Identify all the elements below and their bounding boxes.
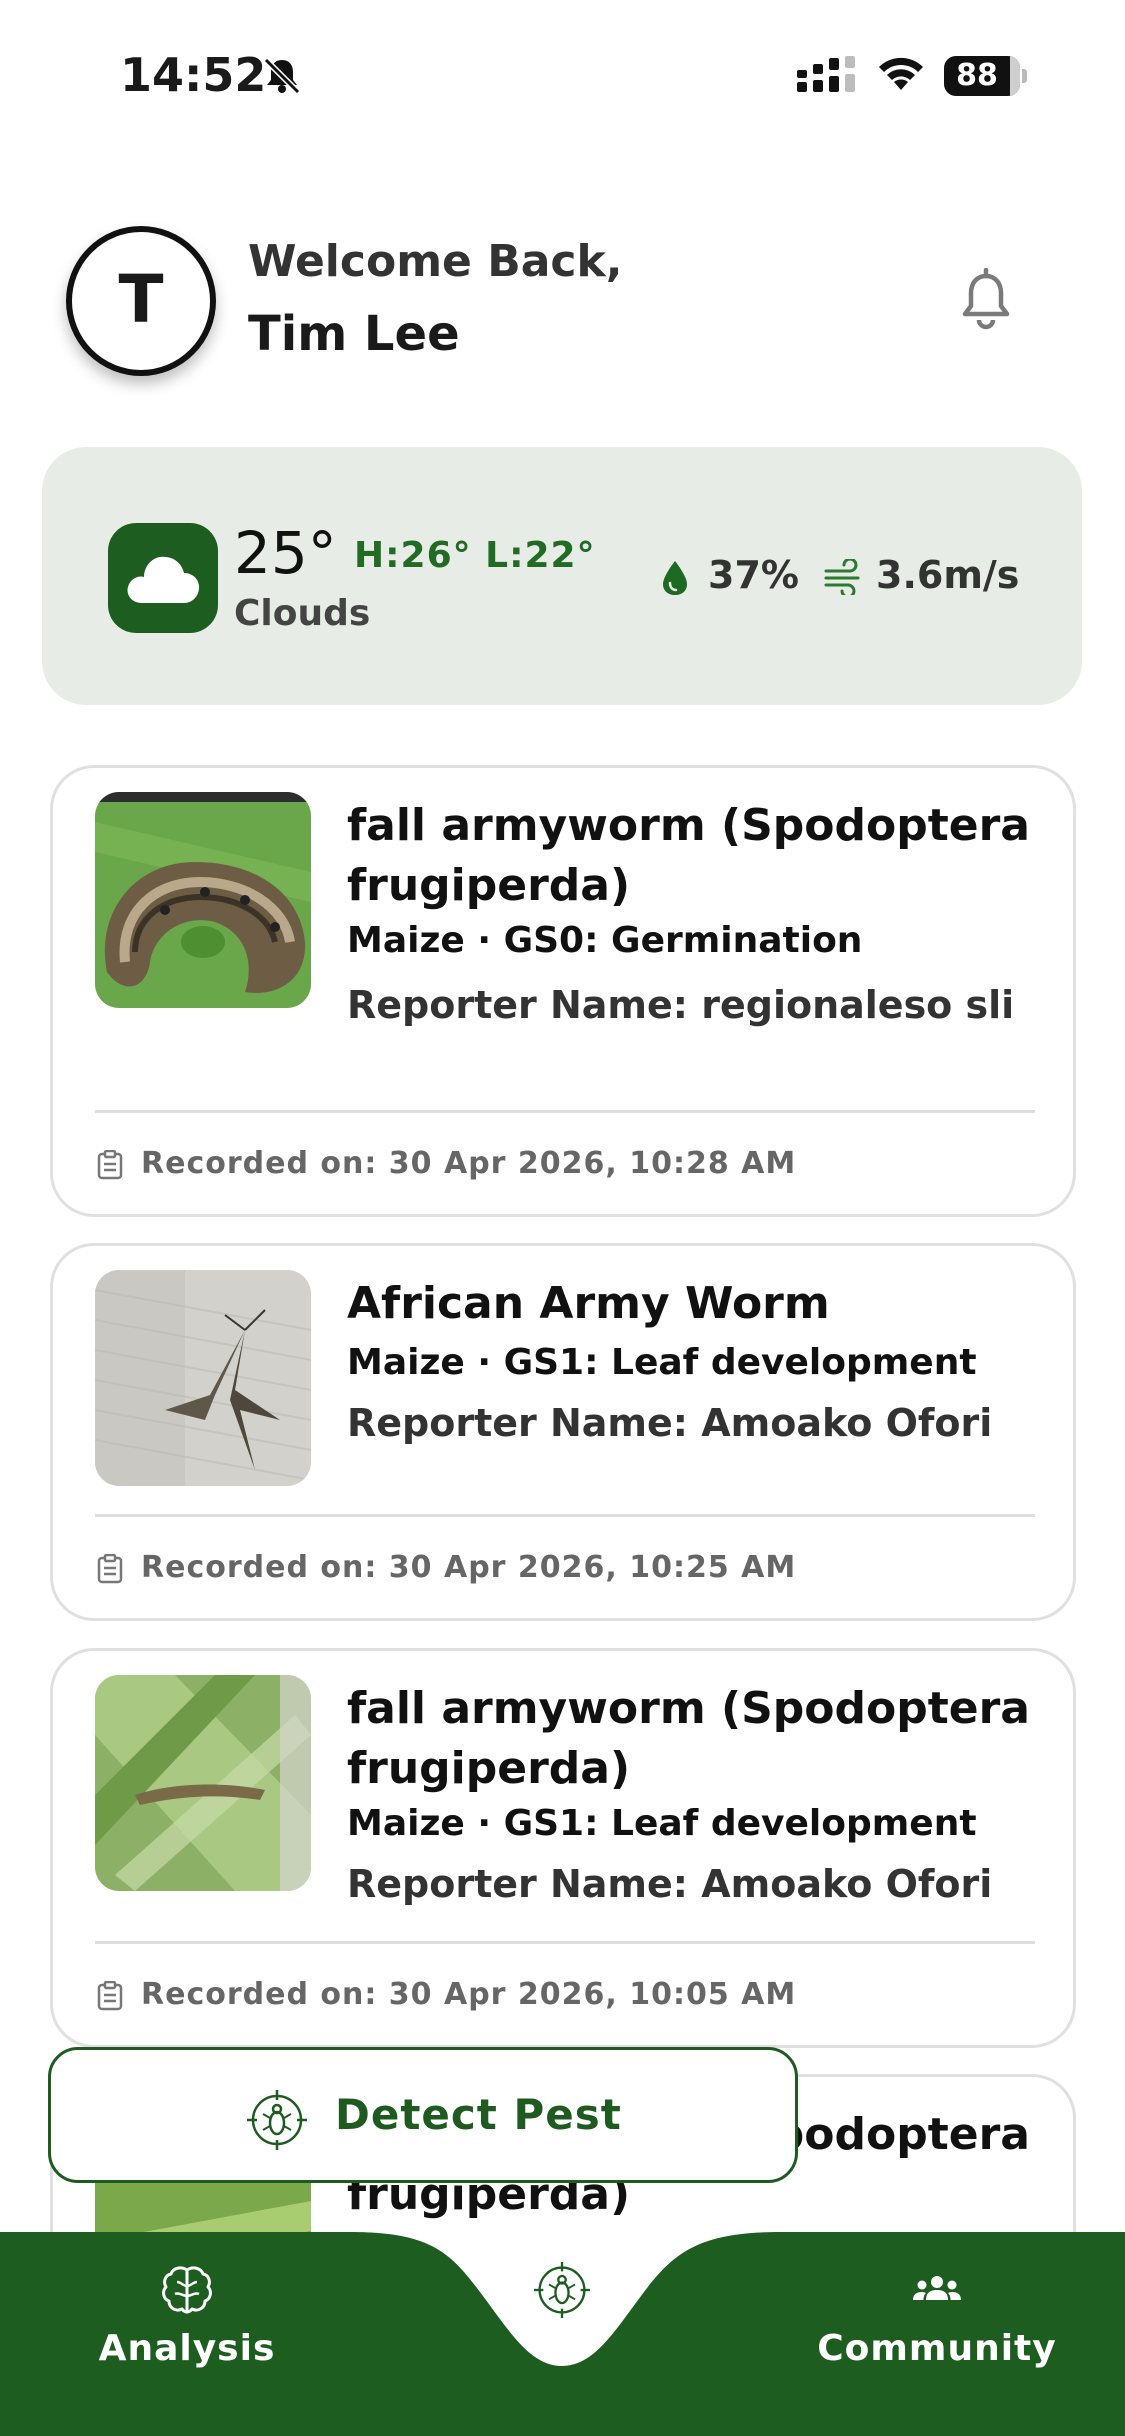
status-time: 14:52 bbox=[120, 48, 267, 102]
humidity-drop-icon bbox=[663, 561, 687, 595]
people-icon bbox=[913, 2276, 961, 2300]
weather-card[interactable]: 25° H:26° L:22° Clouds 37% 3.6m/s bbox=[42, 447, 1082, 705]
bottom-navigation: Analysis Community bbox=[0, 2232, 1125, 2436]
reporter-name: Reporter Name: Amoako Ofori bbox=[347, 1401, 993, 1445]
high-low-temperature: H:26° L:22° bbox=[354, 535, 596, 576]
wind-icon bbox=[824, 559, 860, 595]
bell-slash-icon bbox=[263, 57, 301, 95]
clipboard-icon bbox=[97, 1981, 123, 2011]
recorded-date: Recorded on: 30 Apr 2026, 10:25 AM bbox=[141, 1550, 797, 1585]
welcome-label: Welcome Back, bbox=[248, 236, 623, 287]
weather-condition: Clouds bbox=[234, 593, 371, 634]
bell-icon[interactable] bbox=[958, 268, 1014, 330]
report-card[interactable]: African Army Worm Maize · GS1: Leaf deve… bbox=[50, 1243, 1076, 1621]
pest-name: African Army Worm bbox=[347, 1278, 830, 1329]
pest-photo bbox=[95, 1675, 311, 1891]
divider bbox=[95, 1941, 1035, 1944]
pest-photo bbox=[95, 792, 311, 1008]
report-card[interactable]: fall armyworm (Spodoptera frugiperda) Ma… bbox=[50, 1648, 1076, 2048]
humidity-value: 37% bbox=[708, 553, 799, 597]
detect-pest-label: Detect Pest bbox=[335, 2090, 622, 2139]
divider bbox=[95, 1514, 1035, 1517]
reporter-name: Reporter Name: regionaleso sli bbox=[347, 983, 1015, 1027]
pest-photo bbox=[95, 1270, 311, 1486]
user-name: Tim Lee bbox=[248, 306, 460, 362]
wifi-icon bbox=[879, 57, 923, 90]
crop-stage: Maize · GS0: Germination bbox=[347, 920, 863, 961]
crop-stage: Maize · GS1: Leaf development bbox=[347, 1803, 977, 1844]
brain-icon bbox=[162, 2266, 212, 2314]
divider bbox=[95, 1110, 1035, 1113]
pest-name: fall armyworm (Spodoptera frugiperda) bbox=[347, 800, 1030, 911]
crop-stage: Maize · GS1: Leaf development bbox=[347, 1342, 977, 1383]
clipboard-icon bbox=[97, 1554, 123, 1584]
nav-community-label: Community bbox=[817, 2328, 1057, 2369]
status-bar: 14:52 88 bbox=[0, 0, 1125, 150]
wind-speed: 3.6m/s bbox=[876, 553, 1020, 597]
clipboard-icon bbox=[97, 1150, 123, 1180]
recorded-date: Recorded on: 30 Apr 2026, 10:05 AM bbox=[141, 1977, 797, 2012]
cloud-icon bbox=[108, 523, 218, 633]
bug-target-icon bbox=[247, 2090, 307, 2150]
nav-analysis[interactable]: Analysis bbox=[37, 2262, 337, 2369]
detect-pest-button[interactable]: Detect Pest bbox=[48, 2047, 798, 2183]
avatar[interactable]: T bbox=[66, 226, 216, 376]
battery-level: 88 bbox=[956, 58, 998, 93]
recorded-date: Recorded on: 30 Apr 2026, 10:28 AM bbox=[141, 1146, 797, 1181]
temperature: 25° bbox=[234, 519, 337, 587]
nav-community[interactable]: Community bbox=[787, 2262, 1087, 2369]
pest-name: fall armyworm (Spodoptera frugiperda) bbox=[347, 1683, 1030, 1794]
reporter-name: Reporter Name: Amoako Ofori bbox=[347, 1862, 993, 1906]
bug-target-icon[interactable] bbox=[534, 2262, 590, 2318]
nav-analysis-label: Analysis bbox=[98, 2328, 276, 2369]
signal-icon bbox=[797, 56, 855, 92]
report-card[interactable]: fall armyworm (Spodoptera frugiperda) Ma… bbox=[50, 765, 1076, 1217]
battery-icon: 88 bbox=[944, 56, 1027, 96]
